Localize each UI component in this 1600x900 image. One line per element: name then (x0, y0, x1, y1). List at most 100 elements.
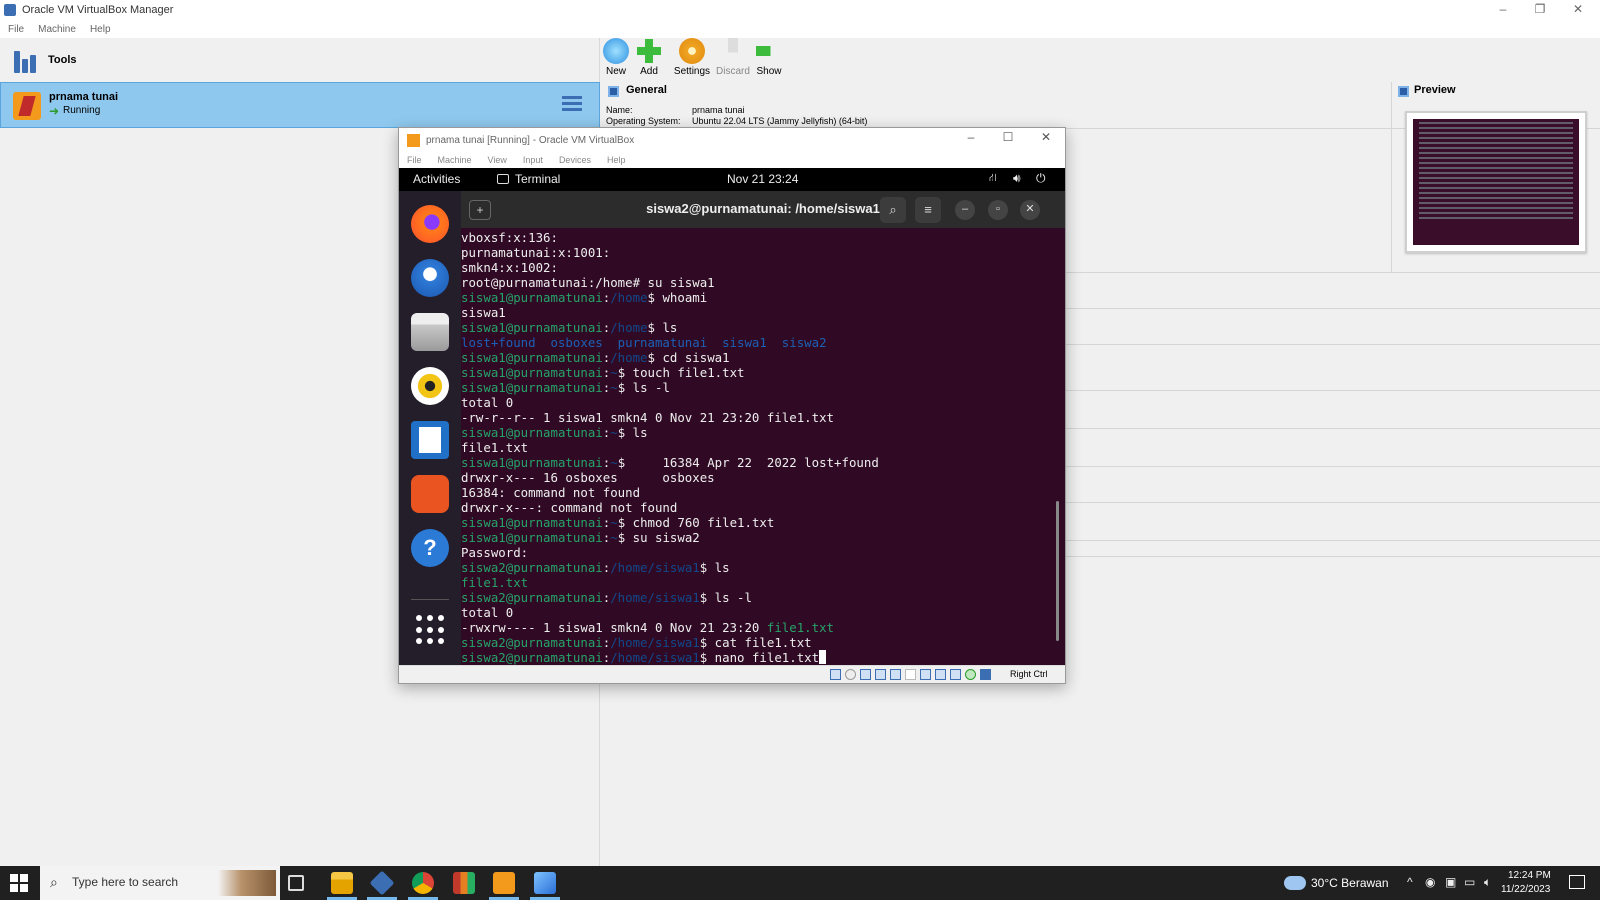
vm-menu-devices[interactable]: Devices (559, 155, 591, 165)
terminal-maximize-icon[interactable]: ▫ (988, 200, 1008, 220)
preview-header[interactable]: Preview (1414, 84, 1456, 96)
menu-help[interactable]: Help (90, 24, 111, 35)
recording-status-icon[interactable] (935, 669, 946, 680)
terminal-scrollbar[interactable] (1056, 501, 1059, 641)
terminal-line: 16384: command not found (461, 485, 1053, 500)
terminal-output[interactable]: vboxsf:x:136: purnamatunai:x:1001: smkn4:x… (461, 228, 1053, 665)
search-highlight-image (218, 870, 276, 896)
dock-separator (411, 599, 449, 600)
vm-menu-input[interactable]: Input (523, 155, 543, 165)
prompt-command: $ ls (647, 320, 678, 335)
prompt-command: $ chmod 760 file1.txt (617, 515, 775, 530)
vm-menu-machine[interactable]: Machine (438, 155, 472, 165)
meet-now-icon[interactable]: ▣ (1445, 875, 1456, 889)
add-button[interactable]: Add (629, 38, 669, 80)
prompt-user: siswa2@purnamatunai (461, 650, 603, 665)
activities-button[interactable]: Activities (413, 172, 460, 186)
show-apps-icon[interactable] (416, 615, 446, 645)
taskbar-search[interactable]: ⌕ Type here to search (40, 866, 280, 900)
mouse-integration-icon[interactable] (980, 669, 991, 680)
vm-maximize-button[interactable]: ☐ (993, 130, 1023, 144)
vm-close-button[interactable]: ✕ (1031, 130, 1061, 144)
taskbar-time[interactable]: 12:24 PM (1508, 870, 1551, 881)
terminal-line: -rwxrw---- 1 siswa1 smkn4 0 Nov 21 23:20… (461, 620, 1053, 635)
vm-window-logo-icon (407, 133, 420, 147)
tools-item[interactable]: Tools (0, 38, 600, 82)
app-icon-6[interactable] (534, 872, 556, 894)
optical-status-icon[interactable] (845, 669, 856, 680)
prompt-path: ~ (610, 515, 618, 530)
speaker-muted-icon[interactable]: 🔈︎ (1484, 875, 1491, 890)
tray-app-icon[interactable]: ◉ (1425, 875, 1435, 889)
app-center-icon[interactable] (411, 475, 449, 513)
manager-title: Oracle VM VirtualBox Manager (22, 4, 174, 16)
files-icon[interactable] (411, 313, 449, 351)
close-button[interactable]: ✕ (1560, 0, 1596, 20)
output-text: purnamatunai:x:1001: (461, 245, 611, 260)
general-header[interactable]: General (626, 84, 667, 96)
vm-menu-file[interactable]: File (407, 155, 422, 165)
output-text: file1.txt (461, 440, 529, 455)
general-name-label: Name: (606, 105, 633, 115)
windows-start-icon[interactable] (10, 874, 28, 892)
menu-machine[interactable]: Machine (38, 24, 76, 35)
usb-status-icon[interactable] (890, 669, 901, 680)
network-tray-icon[interactable]: ▭ (1464, 875, 1475, 889)
hdd-status-icon[interactable] (830, 669, 841, 680)
file-explorer-icon[interactable] (331, 872, 353, 894)
clock[interactable]: Nov 21 23:24 (727, 172, 798, 186)
chrome-icon[interactable] (412, 872, 434, 894)
display-status-icon[interactable] (920, 669, 931, 680)
prompt-command: $ whoami (647, 290, 708, 305)
app-menu-terminal[interactable]: Terminal (515, 172, 560, 186)
prompt-command: $ ls -l (617, 380, 670, 395)
minimize-button[interactable]: – (1485, 0, 1521, 20)
shared-folder-status-icon[interactable] (905, 669, 916, 680)
restore-button[interactable]: ❐ (1522, 0, 1558, 20)
thunderbird-icon[interactable] (411, 259, 449, 297)
terminal-close-icon[interactable]: ✕ (1020, 200, 1040, 220)
cpu-status-icon[interactable] (950, 669, 961, 680)
guest-display[interactable]: Activities Terminal Nov 21 23:24 ⛙ 🔊︎ ⏻ … (399, 168, 1065, 665)
app-icon-4[interactable] (453, 872, 475, 894)
audio-status-icon[interactable] (860, 669, 871, 680)
power-icon[interactable]: ⏻ (1036, 171, 1046, 186)
prompt-path: /home/siswa1 (610, 650, 700, 665)
terminal-minimize-icon[interactable]: – (955, 200, 975, 220)
virtualbox-taskbar-icon[interactable] (369, 870, 395, 896)
vm-menu-view[interactable]: View (488, 155, 507, 165)
hamburger-menu-icon[interactable]: ≡ (915, 197, 941, 223)
writer-icon[interactable] (411, 421, 449, 459)
vm-taskbar-icon[interactable] (493, 872, 515, 894)
search-icon[interactable]: ⌕ (880, 197, 906, 223)
prompt-path: /home/siswa1 (610, 560, 700, 575)
prompt-user: siswa1@purnamatunai (461, 290, 603, 305)
general-os-value: Ubuntu 22.04 LTS (Jammy Jellyfish) (64-b… (692, 116, 868, 126)
rhythmbox-icon[interactable] (411, 367, 449, 405)
weather-text[interactable]: 30°C Berawan (1311, 876, 1389, 890)
search-input[interactable]: Type here to search (72, 875, 178, 889)
vt-status-icon[interactable] (965, 669, 976, 680)
terminal-cursor (819, 650, 827, 664)
tray-chevron-icon[interactable]: ^ (1407, 875, 1413, 889)
notification-icon[interactable] (1569, 875, 1585, 889)
discard-button[interactable]: Discard (713, 38, 753, 80)
network-icon[interactable]: ⛙ (989, 172, 997, 186)
output-text: root@purnamatunai:/home# su siswa1 (461, 275, 715, 290)
taskbar-date[interactable]: 11/22/2023 (1501, 884, 1550, 895)
vm-menu-help[interactable]: Help (607, 155, 626, 165)
menu-file[interactable]: File (8, 24, 24, 35)
show-button[interactable]: Show (749, 38, 789, 80)
terminal-line: siswa1@purnamatunai:~$ touch file1.txt (461, 365, 1053, 380)
firefox-icon[interactable] (411, 205, 449, 243)
help-icon[interactable]: ? (411, 529, 449, 567)
network-status-icon[interactable] (875, 669, 886, 680)
settings-button[interactable]: Settings (672, 38, 712, 80)
weather-cloud-icon[interactable] (1284, 876, 1306, 890)
terminal-line: drwxr-x--- 16 osboxes osboxes (461, 470, 1053, 485)
vm-list-item[interactable]: prnama tunai ➜ Running (0, 82, 600, 128)
vm-details-menu-icon[interactable] (562, 96, 582, 114)
vm-minimize-button[interactable]: – (956, 130, 986, 144)
volume-icon[interactable]: 🔊︎ (1013, 171, 1021, 186)
task-view-icon[interactable] (288, 875, 304, 891)
